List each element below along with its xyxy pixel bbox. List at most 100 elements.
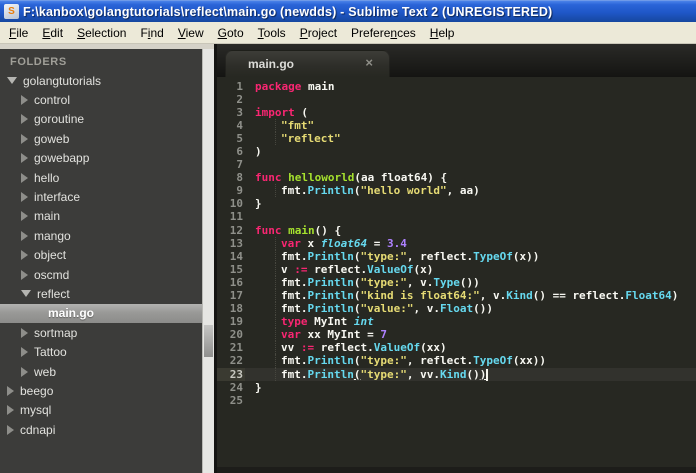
code-token: "reflect" [281, 131, 341, 145]
chevron-down-icon[interactable] [21, 290, 31, 298]
folder-item-hello[interactable]: hello [0, 168, 202, 187]
code-token: Println [307, 275, 354, 289]
code-token: "type:" [360, 354, 407, 368]
code-token: reflect. [314, 341, 374, 355]
folder-tree: golangtutorials control goroutine goweb gowe… [0, 71, 202, 439]
indent-guide [255, 289, 276, 303]
file-item-main-go[interactable]: main.go [0, 303, 202, 324]
tab-main-go[interactable]: main.go × [225, 50, 390, 77]
code-line-6[interactable]: 6) [217, 145, 696, 158]
code-line-22[interactable]: 22 fmt.Println("type:", reflect.TypeOf(xx… [217, 354, 696, 368]
folder-item-goroutine[interactable]: goroutine [0, 110, 202, 129]
code-line-21[interactable]: 21 vv := reflect.ValueOf(xx) [217, 341, 696, 355]
code-line-25[interactable]: 25 [217, 394, 696, 407]
code-line-14[interactable]: 14 fmt.Println("type:", reflect.TypeOf(x)… [217, 249, 696, 263]
code-line-12[interactable]: 12 func main() { [217, 224, 696, 237]
folder-item-object[interactable]: object [0, 246, 202, 265]
chevron-right-icon[interactable] [21, 153, 28, 164]
menu-item-goto[interactable]: Goto [211, 23, 251, 43]
folder-item-beego[interactable]: beego [0, 381, 202, 400]
tab-close-icon[interactable]: × [365, 55, 373, 70]
menu-item-preferences[interactable]: Preferences [344, 23, 423, 43]
chevron-right-icon[interactable] [21, 269, 28, 280]
chevron-right-icon[interactable] [21, 95, 28, 106]
menu-item-find[interactable]: Find [133, 23, 170, 43]
chevron-right-icon[interactable] [21, 366, 28, 377]
indent-guide [255, 275, 276, 289]
folder-item-mango[interactable]: mango [0, 226, 202, 245]
code-token: } [255, 380, 262, 394]
code-line-3[interactable]: 3 import ( [217, 106, 696, 119]
folder-item-golangtutorials[interactable]: golangtutorials [0, 71, 202, 90]
folder-item-interface[interactable]: interface [0, 187, 202, 206]
code-line-19[interactable]: 19 type MyInt int [217, 315, 696, 329]
code-token: Println [307, 354, 354, 368]
code-line-10[interactable]: 10} [217, 197, 696, 210]
chevron-right-icon[interactable] [21, 250, 28, 261]
folder-item-main[interactable]: main [0, 207, 202, 226]
chevron-right-icon[interactable] [21, 192, 28, 203]
code-line-16[interactable]: 16 fmt.Println("type:", v.Type()) [217, 275, 696, 289]
code-token: float64 [320, 236, 368, 250]
line-number: 25 [229, 393, 243, 407]
code-line-23[interactable]: 23 fmt.Println("type:", vv.Kind()) [217, 367, 696, 381]
chevron-down-icon[interactable] [7, 77, 17, 85]
folder-item-goweb[interactable]: goweb [0, 129, 202, 148]
indent-guide [255, 341, 276, 355]
menu-item-tools[interactable]: Tools [251, 23, 293, 43]
code-line-17[interactable]: 17 fmt.Println("kind is float64:", v.Kind… [217, 289, 696, 303]
chevron-right-icon[interactable] [7, 405, 14, 416]
line-number: 9 [236, 184, 243, 198]
app-icon[interactable]: S [4, 4, 19, 19]
line-number: 23 [217, 367, 245, 381]
code-line-2[interactable]: 2 [217, 93, 696, 106]
folder-item-web[interactable]: web [0, 362, 202, 381]
folder-item-tattoo[interactable]: Tattoo [0, 342, 202, 361]
chevron-right-icon[interactable] [21, 133, 28, 144]
code-line-7[interactable]: 7 [217, 158, 696, 171]
tree-item-label: web [34, 364, 57, 379]
chevron-right-icon[interactable] [21, 172, 28, 183]
sidebar-scrollbar-thumb[interactable] [204, 325, 213, 357]
menu-item-project[interactable]: Project [293, 23, 344, 43]
code-line-8[interactable]: 8 func helloworld(aa float64) { [217, 171, 696, 184]
chevron-right-icon[interactable] [21, 211, 28, 222]
menu-item-edit[interactable]: Edit [35, 23, 70, 43]
folder-item-control[interactable]: control [0, 90, 202, 109]
code-line-15[interactable]: 15 v := reflect.ValueOf(x) [217, 262, 696, 276]
folder-item-mysql[interactable]: mysql [0, 401, 202, 420]
code-line-9[interactable]: 9 fmt.Println("hello world", aa) [217, 184, 696, 198]
chevron-right-icon[interactable] [21, 230, 28, 241]
code-line-20[interactable]: 20 var xx MyInt = 7 [217, 328, 696, 342]
chevron-right-icon[interactable] [21, 347, 28, 358]
app-window: S F:\kanbox\golangtutorials\reflect\main… [0, 0, 696, 473]
text-cursor [486, 368, 489, 381]
code-line-18[interactable]: 18 fmt.Println("value:", v.Float()) [217, 302, 696, 316]
sidebar-scrollbar[interactable] [202, 49, 214, 473]
code-token: (xx)) [512, 354, 546, 368]
chevron-right-icon[interactable] [21, 114, 28, 125]
folder-item-sortmap[interactable]: sortmap [0, 323, 202, 342]
code-line-24[interactable]: 24} [217, 381, 696, 394]
menu-item-view[interactable]: View [171, 23, 211, 43]
menu-item-file[interactable]: File [2, 23, 35, 43]
code-line-1[interactable]: 1 package main [217, 80, 696, 93]
main-area: FOLDERS golangtutorials control goroutine g… [0, 44, 696, 473]
menu-item-selection[interactable]: Selection [70, 23, 133, 43]
chevron-right-icon[interactable] [21, 327, 28, 338]
code-line-4[interactable]: 4 "fmt" [217, 118, 696, 132]
code-area[interactable]: 1 package main 2 3 import (4 "fmt" 5 "reflect" 6… [217, 77, 696, 473]
tree-item-label: Tattoo [34, 345, 67, 360]
code-line-5[interactable]: 5 "reflect" [217, 131, 696, 145]
folder-item-cdnapi[interactable]: cdnapi [0, 420, 202, 439]
code-token: Println [307, 302, 354, 316]
folder-item-reflect[interactable]: reflect [0, 284, 202, 303]
folder-item-gowebapp[interactable]: gowebapp [0, 149, 202, 168]
chevron-right-icon[interactable] [7, 424, 14, 435]
code-token: fmt. [281, 249, 308, 263]
code-line-13[interactable]: 13 var x float64 = 3.4 [217, 236, 696, 250]
chevron-right-icon[interactable] [7, 385, 14, 396]
folder-item-oscmd[interactable]: oscmd [0, 265, 202, 284]
menu-item-help[interactable]: Help [423, 23, 462, 43]
code-line-11[interactable]: 11 [217, 210, 696, 223]
